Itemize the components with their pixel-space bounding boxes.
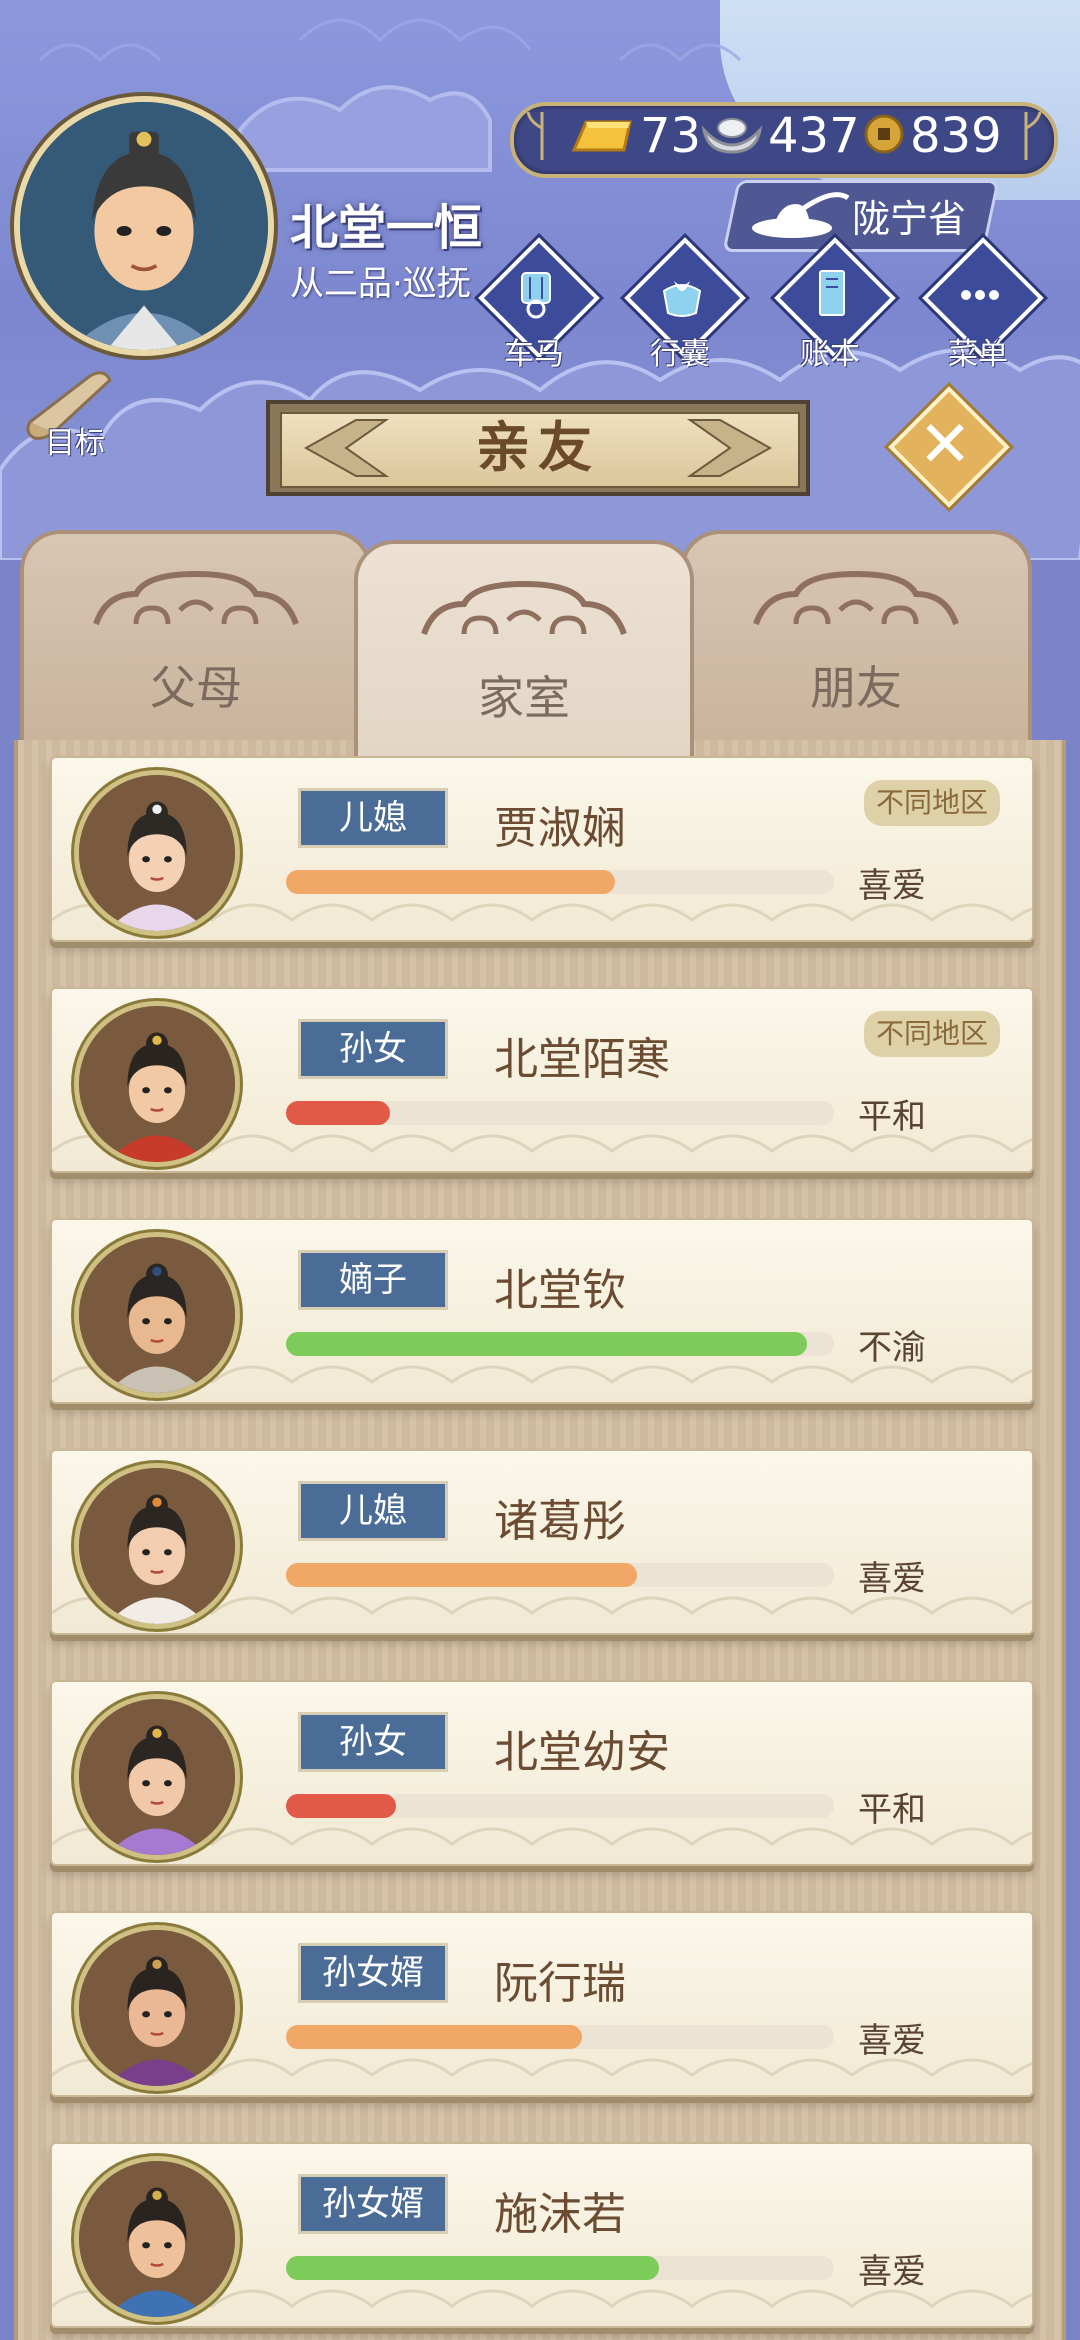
different-region-tag: 不同地区: [864, 780, 1000, 826]
silver-counter[interactable]: 437: [700, 108, 860, 164]
relation-tag: 孙女: [298, 1019, 448, 1079]
official-hat-icon: [752, 192, 850, 238]
mood-label: 平和: [858, 1790, 926, 1830]
carriage-icon: [521, 272, 551, 319]
nav-carriage-button[interactable]: 车马: [474, 237, 600, 372]
nav-bundle-button[interactable]: 行囊: [620, 237, 746, 372]
cloud-ornament-icon: [93, 570, 299, 626]
tab-friends-label: 朋友: [810, 661, 902, 715]
relation-tag: 儿媳: [298, 1481, 448, 1541]
mood-label: 不渝: [858, 1328, 926, 1368]
goal-label[interactable]: 目标: [10, 418, 140, 462]
mood-label: 喜爱: [858, 2252, 926, 2292]
affinity-bar: [286, 870, 834, 894]
mood-label: 喜爱: [858, 1559, 926, 1599]
member-name: 北堂钦: [494, 1265, 626, 1316]
member-name: 阮行瑞: [494, 1958, 626, 2009]
affinity-bar-fill: [286, 2025, 582, 2049]
relation-tag: 儿媳: [298, 788, 448, 848]
member-avatar[interactable]: [74, 1925, 240, 2091]
mood-label: 喜爱: [858, 2021, 926, 2061]
relation-tag: 孙女婿: [298, 2174, 448, 2234]
close-icon[interactable]: ✕: [898, 398, 992, 492]
member-avatar[interactable]: [74, 1463, 240, 1629]
coin-amount: 839: [910, 108, 1002, 164]
member-avatar[interactable]: [74, 1232, 240, 1398]
member-name: 施沫若: [494, 2189, 626, 2240]
bamboo-ornament-left: [526, 111, 544, 160]
member-card[interactable]: 孙女婿 施沫若 喜爱: [50, 2142, 1034, 2328]
affinity-bar-fill: [286, 1101, 390, 1125]
affinity-bar: [286, 1794, 834, 1818]
relation-tag: 嫡子: [298, 1250, 448, 1310]
silver-ingot-icon: [700, 112, 764, 160]
more-dots-icon: [961, 290, 999, 300]
gold-counter[interactable]: 73: [568, 108, 702, 164]
player-rank: 从二品·巡抚: [290, 264, 471, 304]
member-name: 北堂幼安: [494, 1727, 670, 1778]
gold-amount: 73: [640, 108, 702, 164]
bamboo-ornament-right: [1024, 111, 1042, 160]
member-card[interactable]: 孙女婿 阮行瑞 喜爱: [50, 1911, 1034, 2097]
affinity-bar: [286, 2025, 834, 2049]
silver-amount: 437: [768, 108, 860, 164]
nav-ledger-button[interactable]: 账本: [770, 237, 896, 372]
tab-family[interactable]: 家室: [354, 540, 694, 770]
cloud-ornament-icon: [421, 580, 627, 636]
affinity-bar-fill: [286, 870, 615, 894]
different-region-tag: 不同地区: [864, 1011, 1000, 1057]
relation-tag: 孙女婿: [298, 1943, 448, 2003]
player-name: 北堂一恒: [290, 200, 483, 256]
gold-bar-icon: [568, 112, 636, 160]
member-card[interactable]: 儿媳 贾淑娴 喜爱 不同地区: [50, 756, 1034, 942]
member-card[interactable]: 孙女 北堂幼安 平和: [50, 1680, 1034, 1866]
member-avatar[interactable]: [74, 770, 240, 936]
coin-counter[interactable]: 839: [862, 108, 1002, 164]
nav-menu-button[interactable]: 菜单: [918, 237, 1044, 372]
member-name: 诸葛彤: [494, 1496, 626, 1547]
affinity-bar-fill: [286, 1332, 807, 1356]
cloud-ornament-icon: [753, 570, 959, 626]
affinity-bar: [286, 2256, 834, 2280]
bundle-icon: [662, 281, 702, 317]
copper-coin-icon: [862, 112, 906, 160]
member-card[interactable]: 儿媳 诸葛彤 喜爱: [50, 1449, 1034, 1635]
affinity-bar: [286, 1563, 834, 1587]
region-name: 陇宁省: [852, 197, 967, 241]
tab-parents[interactable]: 父母: [20, 530, 372, 760]
affinity-bar: [286, 1101, 834, 1125]
member-card[interactable]: 孙女 北堂陌寒 平和 不同地区: [50, 987, 1034, 1173]
member-avatar[interactable]: [74, 1694, 240, 1860]
affinity-bar-fill: [286, 1563, 637, 1587]
member-card[interactable]: 嫡子 北堂钦 不渝: [50, 1218, 1034, 1404]
tab-parents-label: 父母: [150, 661, 242, 715]
affinity-bar-fill: [286, 2256, 659, 2280]
affinity-bar-fill: [286, 1794, 396, 1818]
ledger-icon: [819, 270, 845, 316]
member-avatar[interactable]: [74, 2156, 240, 2322]
relation-tag: 孙女: [298, 1712, 448, 1772]
player-avatar[interactable]: [14, 96, 274, 356]
tab-family-label: 家室: [478, 671, 570, 725]
member-name: 贾淑娴: [494, 803, 626, 854]
affinity-bar: [286, 1332, 834, 1356]
member-name: 北堂陌寒: [494, 1034, 670, 1085]
page-title: 亲友: [476, 416, 600, 479]
tab-friends[interactable]: 朋友: [680, 530, 1032, 760]
mood-label: 喜爱: [858, 866, 926, 906]
member-avatar[interactable]: [74, 1001, 240, 1167]
mood-label: 平和: [858, 1097, 926, 1137]
